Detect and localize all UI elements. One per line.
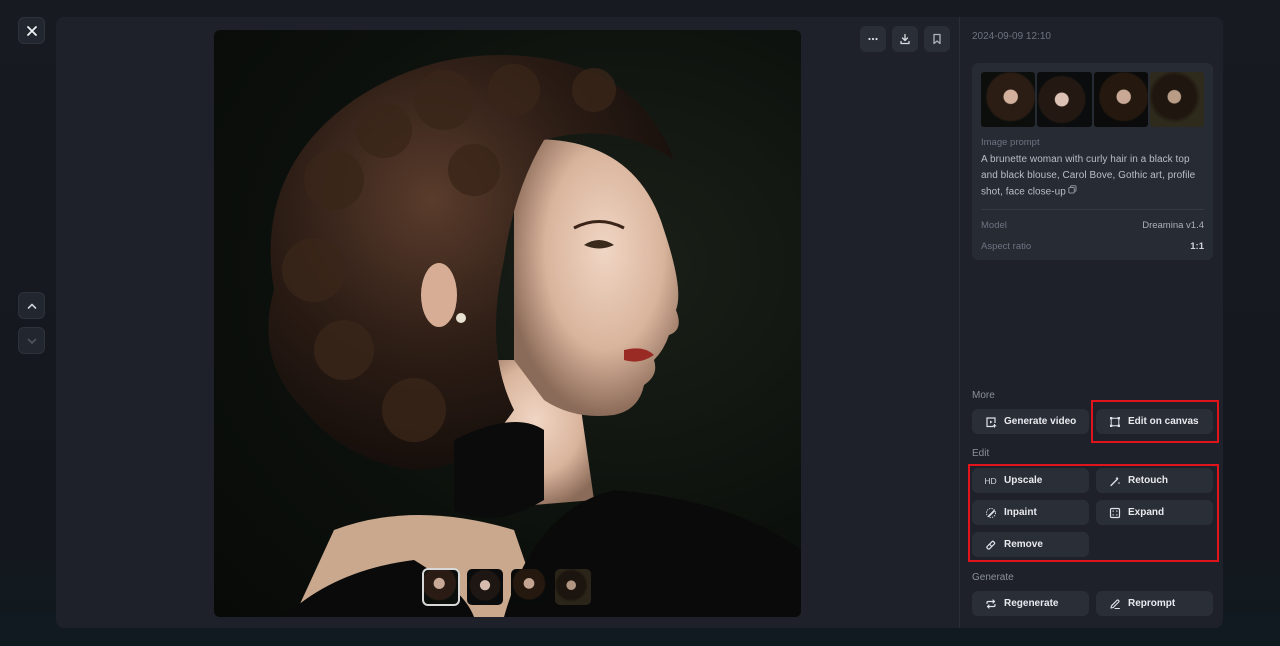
retouch-button[interactable]: Retouch <box>1096 468 1213 493</box>
info-card: Image prompt A brunette woman with curly… <box>972 63 1213 260</box>
aspect-ratio-label: Aspect ratio <box>981 240 1032 252</box>
info-thumbnails <box>981 72 1204 127</box>
section-label-more: More <box>972 390 995 401</box>
eraser-icon <box>984 538 997 551</box>
ellipsis-icon <box>868 37 878 41</box>
bookmark-icon <box>933 33 941 45</box>
image-detail-modal: 2024-09-09 12:10 Image prompt A brunette… <box>56 17 1223 628</box>
chevron-up-icon <box>27 303 36 309</box>
copy-icon[interactable] <box>1068 184 1077 200</box>
download-button[interactable] <box>892 26 918 52</box>
timestamp: 2024-09-09 12:10 <box>972 31 1051 42</box>
section-label-generate: Generate <box>972 572 1014 583</box>
variation-thumbnails <box>422 568 591 606</box>
info-thumbnail-2[interactable] <box>1037 72 1092 127</box>
reprompt-label: Reprompt <box>1128 598 1176 609</box>
prompt-label: Image prompt <box>981 137 1040 148</box>
info-thumbnail-4[interactable] <box>1149 72 1204 127</box>
close-icon <box>26 25 37 36</box>
thumbnail-1[interactable] <box>422 568 460 606</box>
portrait-illustration <box>268 55 801 617</box>
regenerate-label: Regenerate <box>1004 598 1059 609</box>
thumbnail-2[interactable] <box>467 569 503 605</box>
remove-button[interactable]: Remove <box>972 532 1089 557</box>
expand-button[interactable]: Expand <box>1096 500 1213 525</box>
next-image-button[interactable] <box>18 327 45 354</box>
model-row: Model Dreamina v1.4 <box>981 220 1204 231</box>
prompt-text: A brunette woman with curly hair in a bl… <box>981 152 1204 201</box>
aspect-ratio-row: Aspect ratio 1:1 <box>981 241 1204 252</box>
image-viewer <box>56 17 959 628</box>
expand-label: Expand <box>1128 507 1165 518</box>
brush-icon <box>984 506 997 519</box>
upscale-label: Upscale <box>1004 475 1043 486</box>
model-label: Model <box>981 219 1007 231</box>
info-thumbnail-1[interactable] <box>981 72 1036 127</box>
magic-wand-icon <box>1108 474 1121 487</box>
section-label-edit: Edit <box>972 448 990 459</box>
pencil-icon <box>1108 597 1121 610</box>
hd-icon: HD <box>984 475 997 486</box>
remove-label: Remove <box>1004 539 1043 550</box>
edit-on-canvas-label: Edit on canvas <box>1128 416 1199 427</box>
regenerate-button[interactable]: Regenerate <box>972 591 1089 616</box>
more-options-button[interactable] <box>860 26 886 52</box>
aspect-ratio-value: 1:1 <box>1190 240 1204 252</box>
video-add-icon <box>984 415 997 428</box>
previous-image-button[interactable] <box>18 292 45 319</box>
refresh-icon <box>984 597 997 610</box>
generate-video-label: Generate video <box>1004 416 1077 427</box>
generate-video-button[interactable]: Generate video <box>972 409 1089 434</box>
prompt-text-value: A brunette woman with curly hair in a bl… <box>981 154 1196 198</box>
inpaint-button[interactable]: Inpaint <box>972 500 1089 525</box>
upscale-button[interactable]: HD Upscale <box>972 468 1089 493</box>
model-value: Dreamina v1.4 <box>1142 219 1204 231</box>
main-image <box>214 30 801 617</box>
info-thumbnail-3[interactable] <box>1093 72 1148 127</box>
inpaint-label: Inpaint <box>1004 507 1037 518</box>
thumbnail-3[interactable] <box>511 569 547 605</box>
bookmark-button[interactable] <box>924 26 950 52</box>
close-button[interactable] <box>18 17 45 44</box>
expand-icon <box>1108 506 1121 519</box>
reprompt-button[interactable]: Reprompt <box>1096 591 1213 616</box>
thumbnail-4[interactable] <box>555 569 591 605</box>
details-panel: 2024-09-09 12:10 Image prompt A brunette… <box>959 17 1223 628</box>
download-icon <box>900 33 910 45</box>
retouch-label: Retouch <box>1128 475 1168 486</box>
image-toolbar <box>860 26 959 52</box>
edit-on-canvas-button[interactable]: Edit on canvas <box>1096 409 1213 434</box>
canvas-icon <box>1108 415 1121 428</box>
chevron-down-icon <box>27 338 36 344</box>
divider <box>981 208 1204 210</box>
